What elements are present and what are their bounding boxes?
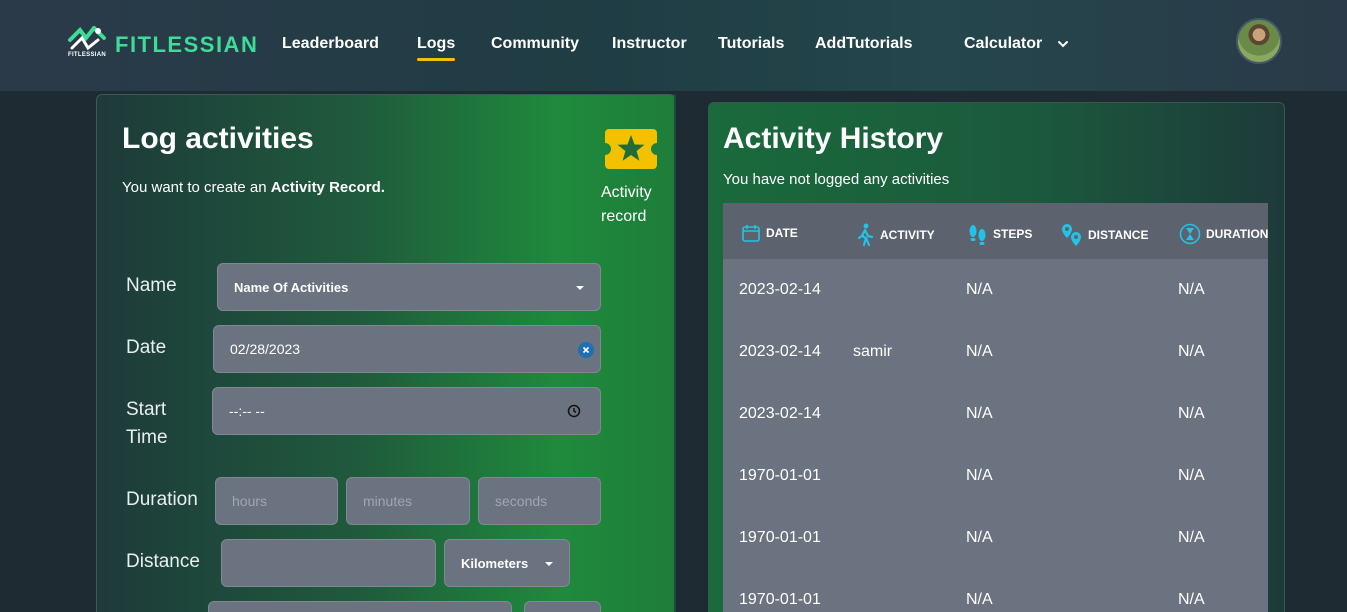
hourglass-icon — [1179, 223, 1201, 245]
start-time-input[interactable]: --:-- -- — [212, 387, 601, 435]
name-label: Name — [126, 275, 177, 296]
col-steps-label: STEPS — [993, 227, 1033, 241]
user-avatar[interactable] — [1236, 18, 1282, 64]
minutes-placeholder: minutes — [363, 493, 413, 509]
cell-duration: N/A — [1178, 343, 1205, 360]
start-time-label-1: Start — [126, 399, 167, 420]
cell-date: 1970-01-01 — [739, 591, 821, 608]
brand-subtext: FITLESSIAN — [68, 52, 107, 58]
walking-icon — [857, 223, 874, 247]
start-time-label-2: Time — [126, 427, 168, 448]
table-row[interactable]: 1970-01-01 N/A N/A — [723, 507, 1268, 569]
nav-calculator[interactable]: Calculator — [964, 35, 1042, 53]
seconds-input[interactable]: seconds — [478, 477, 601, 525]
distance-label: Distance — [126, 551, 200, 572]
cell-duration: N/A — [1178, 591, 1205, 608]
history-subtitle: You have not logged any activities — [723, 171, 950, 188]
caret-down-icon — [576, 286, 584, 290]
table-row[interactable]: 2023-02-14 samir N/A N/A — [723, 321, 1268, 383]
footsteps-icon — [969, 225, 986, 245]
distance-input[interactable] — [221, 539, 436, 587]
date-label: Date — [126, 337, 167, 358]
nav-addtutorials[interactable]: AddTutorials — [815, 35, 912, 53]
cell-duration: N/A — [1178, 467, 1205, 484]
nav-logs[interactable]: Logs — [417, 35, 456, 61]
col-date[interactable]: DATE — [741, 223, 798, 243]
nav-community[interactable]: Community — [491, 35, 579, 53]
activity-name-value: Name Of Activities — [234, 279, 349, 295]
col-distance-label: DISTANCE — [1088, 228, 1149, 242]
top-navbar: FITLESSIAN FITLESSIAN Leaderboard Logs C… — [0, 0, 1347, 91]
cell-date: 1970-01-01 — [739, 529, 821, 546]
cell-date: 2023-02-14 — [739, 405, 821, 422]
cell-duration: N/A — [1178, 405, 1205, 422]
col-distance[interactable]: DISTANCE — [1061, 223, 1148, 247]
caret-down-icon — [545, 562, 553, 566]
table-row[interactable]: 1970-01-01 N/A N/A — [723, 569, 1268, 612]
distance-unit-select[interactable]: Kilometers — [444, 539, 570, 587]
cell-steps: N/A — [966, 405, 993, 422]
brand-name[interactable]: FITLESSIAN — [115, 32, 258, 58]
cell-activity: samir — [853, 343, 893, 360]
cell-steps: N/A — [966, 529, 993, 546]
cell-steps: N/A — [966, 343, 993, 360]
log-title: Log activities — [122, 122, 314, 155]
cell-duration: N/A — [1178, 281, 1205, 298]
hours-input[interactable]: hours — [215, 477, 338, 525]
col-activity[interactable]: ACTIVITY — [855, 223, 935, 247]
table-row[interactable]: 2023-02-14 N/A N/A — [723, 383, 1268, 445]
activity-history-table: DATE ACTIVITY STEPS DISTANCE DURATION 20… — [723, 203, 1268, 612]
start-time-value: --:-- -- — [229, 403, 265, 419]
nav-instructor[interactable]: Instructor — [612, 35, 687, 53]
activity-name-select[interactable]: Name Of Activities — [217, 263, 601, 311]
calendar-icon — [742, 225, 760, 242]
next-field-input[interactable] — [208, 601, 512, 612]
star-ticket-icon — [605, 129, 657, 169]
nav-leaderboard[interactable]: Leaderboard — [282, 35, 379, 53]
col-duration[interactable]: DURATION — [1179, 223, 1268, 245]
cell-steps: N/A — [966, 467, 993, 484]
col-date-label: DATE — [766, 226, 798, 240]
clock-icon[interactable] — [567, 404, 581, 418]
panel-divider — [674, 94, 676, 612]
clear-date-icon[interactable] — [578, 342, 594, 358]
duration-label: Duration — [126, 489, 198, 510]
cell-steps: N/A — [966, 591, 993, 608]
date-input[interactable]: 02/28/2023 — [213, 325, 601, 373]
cell-date: 2023-02-14 — [739, 281, 821, 298]
cell-date: 1970-01-01 — [739, 467, 821, 484]
cell-date: 2023-02-14 — [739, 343, 821, 360]
table-row[interactable]: 1970-01-01 N/A N/A — [723, 445, 1268, 507]
seconds-placeholder: seconds — [495, 493, 548, 509]
location-pins-icon — [1062, 224, 1081, 246]
table-row[interactable]: 2023-02-14 N/A N/A — [723, 259, 1268, 321]
col-duration-label: DURATION — [1206, 227, 1268, 241]
date-value: 02/28/2023 — [230, 341, 301, 357]
history-title: Activity History — [723, 122, 944, 155]
next-field-select[interactable] — [524, 601, 601, 612]
cell-steps: N/A — [966, 281, 993, 298]
col-activity-label: ACTIVITY — [880, 228, 935, 242]
log-subtitle: You want to create an Activity Record. — [122, 179, 385, 196]
table-header: DATE ACTIVITY STEPS DISTANCE DURATION — [723, 203, 1268, 259]
minutes-input[interactable]: minutes — [346, 477, 470, 525]
activity-record-label: Activity record — [601, 184, 652, 225]
cell-duration: N/A — [1178, 529, 1205, 546]
chevron-down-icon[interactable] — [1056, 37, 1070, 51]
hours-placeholder: hours — [232, 493, 268, 509]
distance-unit-value: Kilometers — [461, 555, 529, 571]
nav-tutorials[interactable]: Tutorials — [718, 35, 784, 53]
col-steps[interactable]: STEPS — [968, 223, 1032, 245]
